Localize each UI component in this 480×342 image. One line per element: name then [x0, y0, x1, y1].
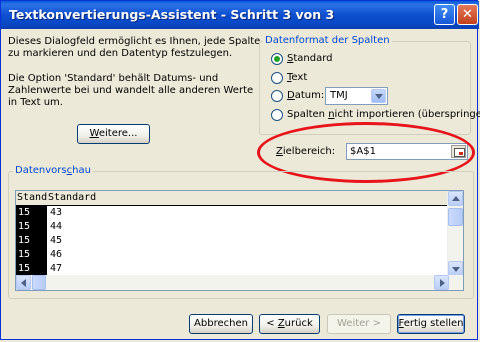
vertical-scroll-thumb[interactable] — [448, 208, 463, 226]
radio-skip-column[interactable] — [271, 109, 283, 121]
chevron-down-icon[interactable] — [371, 89, 386, 103]
date-format-select[interactable]: TMJ — [325, 87, 388, 105]
help-icon: ? — [440, 7, 449, 22]
range-select-icon[interactable] — [451, 145, 466, 158]
help-button[interactable]: ? — [434, 4, 455, 25]
table-row: 15 46 — [18, 249, 63, 260]
title-bar[interactable]: Textkonvertierungs-Assistent - Schritt 3… — [1, 1, 479, 29]
vertical-scrollbar[interactable] — [447, 191, 463, 276]
radio-datum-label: Datum: — [287, 90, 325, 101]
preview-header: Standard Standard — [16, 191, 448, 206]
weitere-button[interactable]: Weitere... — [77, 124, 150, 144]
cancel-button[interactable]: Abbrechen — [189, 314, 253, 334]
close-icon: ✕ — [462, 7, 473, 22]
radio-skip-column-label: Spalten nicht importieren (überspringen) — [287, 109, 480, 120]
table-row: 15 45 — [18, 235, 63, 246]
radio-datum[interactable] — [271, 90, 283, 102]
zielbereich-input[interactable]: $A$1 — [346, 143, 468, 160]
finish-button[interactable]: Fertig stellen — [397, 314, 465, 334]
scroll-up-icon[interactable] — [448, 191, 463, 206]
scroll-left-icon[interactable] — [16, 275, 31, 290]
scroll-down-icon[interactable] — [448, 261, 463, 276]
next-button[interactable]: Weiter > — [327, 314, 391, 334]
format-group-title: Datenformat der Spalten — [263, 35, 392, 46]
description-line-2: zu markieren und den Datentyp festzulege… — [8, 48, 233, 59]
column-1-header[interactable]: Standard — [17, 192, 47, 203]
description-line-3: Die Option 'Standard' behält Datums- und — [8, 73, 219, 84]
radio-text[interactable] — [271, 72, 283, 84]
back-button[interactable]: < Zurück — [259, 314, 320, 334]
scroll-right-icon[interactable] — [434, 275, 449, 290]
radio-text-label: Text — [287, 72, 308, 83]
horizontal-scroll-thumb[interactable] — [32, 275, 46, 290]
table-row: 15 43 — [18, 207, 63, 218]
dialog-window: Textkonvertierungs-Assistent - Schritt 3… — [0, 0, 480, 340]
radio-standard-label: Standard — [287, 53, 333, 64]
radio-standard[interactable] — [271, 53, 283, 65]
table-row: 15 44 — [18, 221, 63, 232]
window-title: Textkonvertierungs-Assistent - Schritt 3… — [9, 7, 335, 22]
column-2-header[interactable]: Standard — [48, 192, 96, 203]
zielbereich-label: Zielbereich: — [276, 146, 336, 157]
horizontal-scrollbar[interactable] — [16, 275, 463, 290]
description-line-1: Dieses Dialogfeld ermöglicht es Ihnen, j… — [8, 36, 261, 47]
date-format-value: TMJ — [330, 90, 348, 101]
close-button[interactable]: ✕ — [457, 4, 478, 25]
preview-group-title: Datenvorschau — [13, 165, 93, 176]
description-line-4: Zahlenwerte bei und wandelt alle anderen… — [8, 85, 254, 96]
zielbereich-value: $A$1 — [350, 146, 376, 157]
description-line-5: in Text um. — [8, 97, 63, 108]
data-preview[interactable]: Standard Standard 1543 1544 1545 1546 15… — [15, 190, 464, 291]
